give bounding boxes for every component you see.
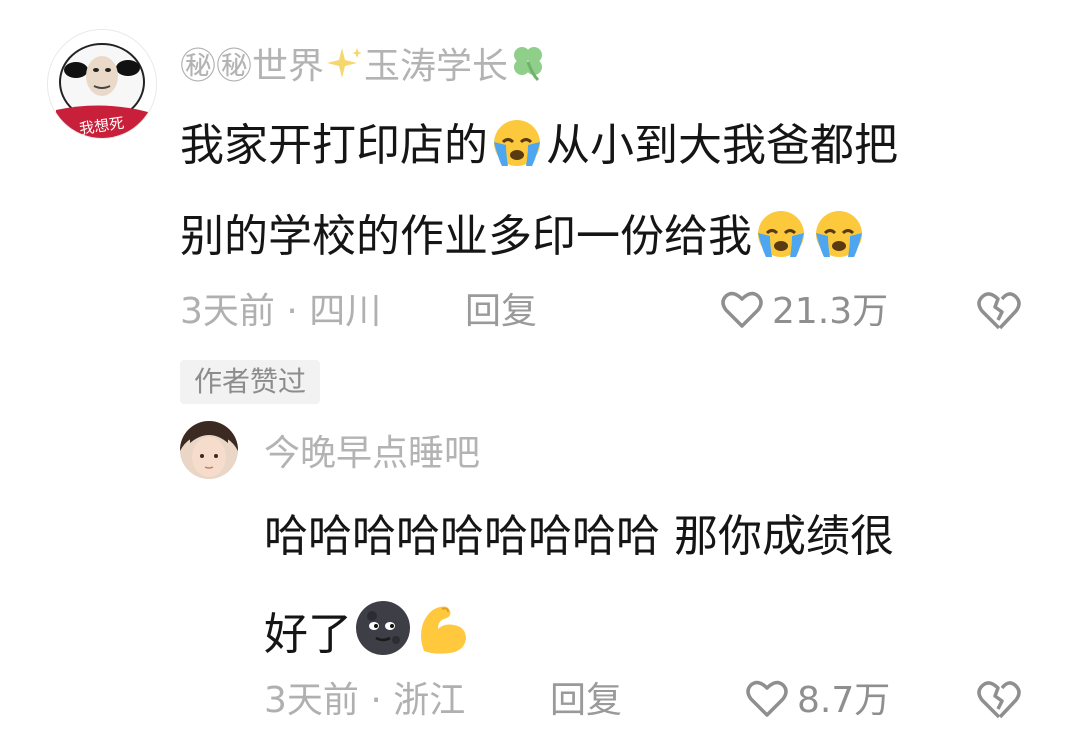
reply-like-count: 8.7万 — [797, 680, 891, 721]
username-prefix: ㊙㊙世界 — [180, 46, 325, 87]
broken-heart-icon — [975, 681, 1023, 725]
reply-text-part: 好了 — [264, 609, 352, 660]
crying-face-icon — [752, 209, 810, 267]
crying-face-icon — [810, 209, 868, 267]
reply-reply-button[interactable]: 回复 — [550, 683, 622, 719]
girl-photo-avatar — [180, 421, 238, 479]
heart-outline-icon — [720, 290, 764, 334]
clover-icon — [508, 44, 548, 89]
moon-face-icon — [352, 599, 414, 665]
reply-dislike-button[interactable] — [975, 679, 1023, 725]
comment-text-part-b: 从小到大我爸都把 — [546, 120, 898, 171]
reply-text-line-2: 好了 — [264, 599, 472, 665]
avatar[interactable]: 我想死 — [48, 30, 156, 138]
broken-heart-icon — [975, 292, 1023, 336]
comment-time-location: 3天前 · 四川 — [180, 291, 382, 332]
reply-avatar[interactable] — [180, 421, 238, 479]
comment-text-part-a: 我家开打印店的 — [180, 120, 488, 171]
meme-face-avatar: 我想死 — [48, 30, 156, 138]
like-count: 21.3万 — [772, 291, 889, 332]
heart-outline-icon — [745, 679, 789, 723]
like-button[interactable]: 21.3万 — [720, 290, 888, 334]
sparkles-icon — [324, 46, 364, 89]
comment-text-line-1: 我家开打印店的 从小到大我爸都把 — [180, 118, 898, 176]
comment-text-line-2: 别的学校的作业多印一份给我 — [180, 209, 868, 267]
crying-face-icon — [488, 118, 546, 176]
reply-text-line-1: 哈哈哈哈哈哈哈哈哈 那你成绩很 — [264, 511, 894, 562]
comment-username[interactable]: ㊙㊙世界 玉涛学长 — [180, 44, 548, 89]
reply-button[interactable]: 回复 — [465, 294, 537, 330]
author-liked-badge: 作者赞过 — [180, 360, 321, 404]
reply-username[interactable]: 今晚早点睡吧 — [264, 436, 480, 472]
comment-text-part-c: 别的学校的作业多印一份给我 — [180, 211, 752, 262]
dislike-button[interactable] — [975, 290, 1023, 336]
reply-like-button[interactable]: 8.7万 — [745, 679, 890, 723]
username-suffix: 玉涛学长 — [364, 46, 509, 87]
flexed-biceps-icon — [414, 599, 472, 665]
reply-time-location: 3天前 · 浙江 — [264, 680, 466, 721]
